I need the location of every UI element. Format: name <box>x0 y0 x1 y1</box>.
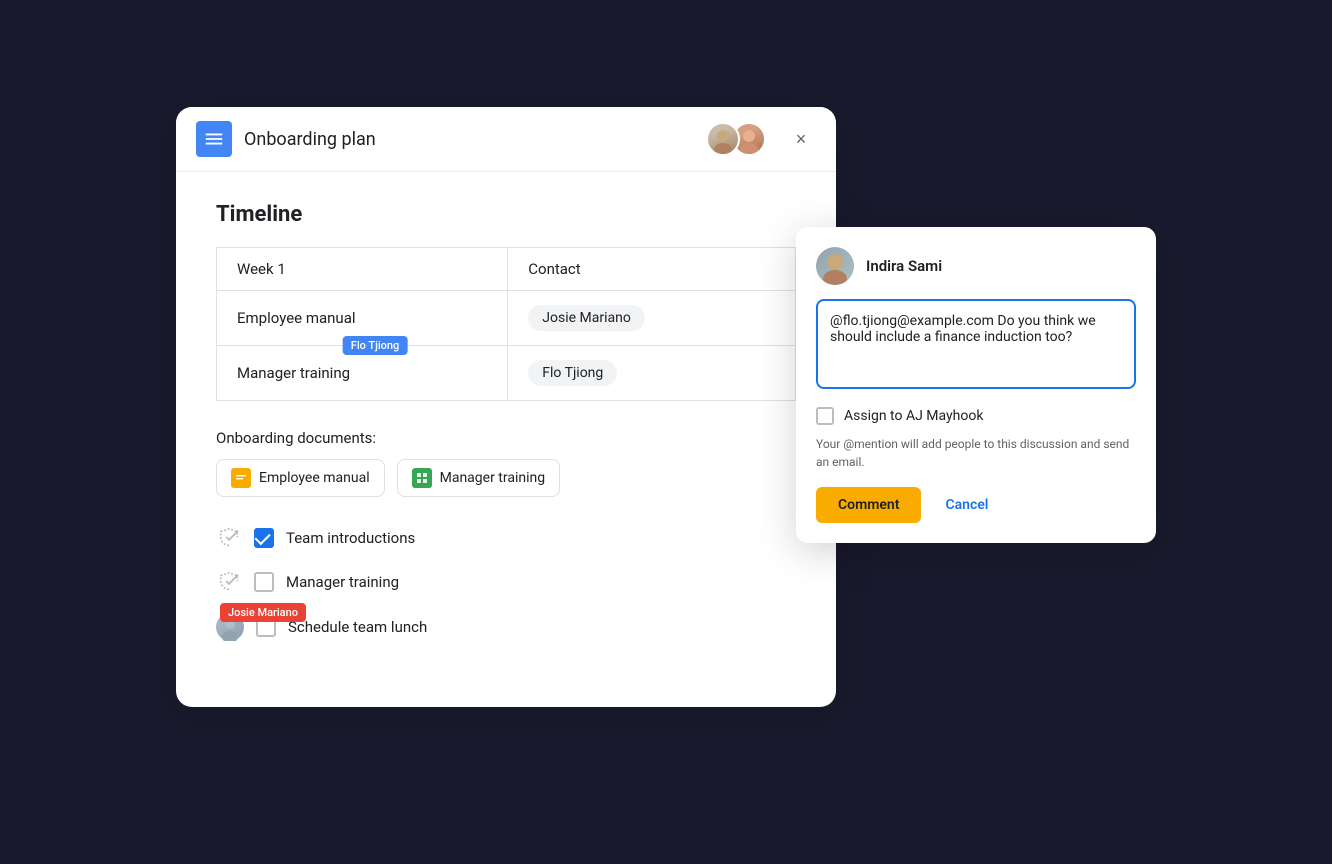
table-cell-week2: Flo Tjiong Manager training <box>217 346 508 401</box>
sheets-icon <box>412 468 432 488</box>
doc-type-icon <box>196 121 232 157</box>
comment-author-name: Indira Sami <box>866 257 942 275</box>
checkbox-1[interactable] <box>254 528 274 548</box>
tooltip-badge-flo: Flo Tjiong <box>343 336 407 355</box>
collaborator-avatars <box>706 122 766 156</box>
assign-row: Assign to AJ Mayhook <box>816 407 1136 425</box>
doc-title: Onboarding plan <box>244 129 694 150</box>
mention-hint: Your @mention will add people to this di… <box>816 435 1136 471</box>
onboarding-label: Onboarding documents: <box>216 429 796 447</box>
add-task-icon-2 <box>216 569 242 595</box>
checklist-label-1: Team introductions <box>286 529 415 547</box>
doc-chips: Employee manual Manager training <box>216 459 796 497</box>
chip-employee-manual[interactable]: Employee manual <box>216 459 385 497</box>
tooltip-josie: Josie Mariano <box>220 603 306 622</box>
timeline-table: Week 1 Contact Employee manual Josie Mar… <box>216 247 796 401</box>
comment-card: Indira Sami @flo.tjiong@example.com Do y… <box>796 227 1156 543</box>
checklist-label-3: Schedule team lunch <box>288 618 427 636</box>
chip-manager-training[interactable]: Manager training <box>397 459 561 497</box>
checklist-item-1: Team introductions <box>216 525 796 551</box>
comment-header: Indira Sami <box>816 247 1136 285</box>
slides-icon <box>231 468 251 488</box>
table-col2-header: Contact <box>508 248 796 291</box>
comment-author-avatar <box>816 247 854 285</box>
cancel-button[interactable]: Cancel <box>931 487 1002 523</box>
comment-button[interactable]: Comment <box>816 487 921 523</box>
document-card: Onboarding plan × Timeline <box>176 107 836 707</box>
chip-label-1: Employee manual <box>259 470 370 486</box>
table-row: Flo Tjiong Manager training Flo Tjiong <box>217 346 796 401</box>
checklist-item-3: Schedule team lunch Josie Mariano <box>216 613 796 641</box>
avatar-user1 <box>706 122 740 156</box>
comment-actions: Comment Cancel <box>816 487 1136 523</box>
contact-badge-josie: Josie Mariano <box>528 305 645 331</box>
checklist: Team introductions Manager training <box>216 525 796 641</box>
checkbox-2[interactable] <box>254 572 274 592</box>
add-task-icon-1 <box>216 525 242 551</box>
table-cell-contact2: Flo Tjiong <box>508 346 796 401</box>
assign-label: Assign to AJ Mayhook <box>844 408 983 424</box>
comment-textarea[interactable]: @flo.tjiong@example.com Do you think we … <box>816 299 1136 389</box>
chip-label-2: Manager training <box>440 470 546 486</box>
checklist-item-2: Manager training <box>216 569 796 595</box>
table-row: Employee manual Josie Mariano <box>217 291 796 346</box>
table-cell-contact1: Josie Mariano <box>508 291 796 346</box>
checklist-label-2: Manager training <box>286 573 399 591</box>
contact-badge-flo: Flo Tjiong <box>528 360 617 386</box>
close-button[interactable]: × <box>786 124 816 154</box>
doc-body: Timeline Week 1 Contact Employee manual … <box>176 172 836 707</box>
table-col1-header: Week 1 <box>217 248 508 291</box>
assign-checkbox[interactable] <box>816 407 834 425</box>
section-title: Timeline <box>216 202 796 227</box>
doc-header: Onboarding plan × <box>176 107 836 172</box>
